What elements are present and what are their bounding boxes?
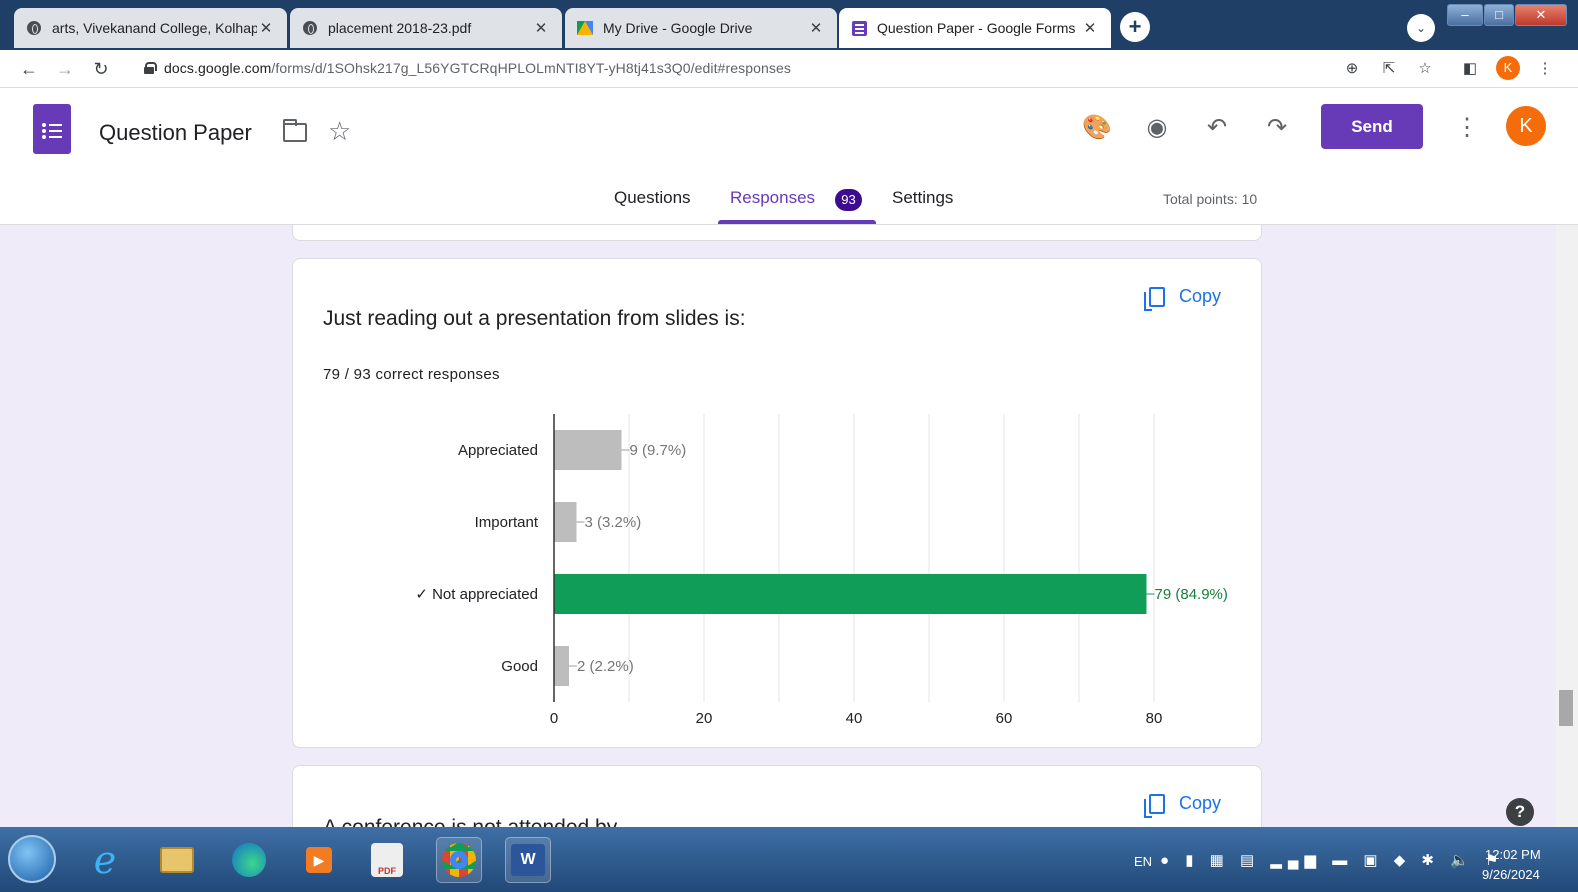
url-field[interactable]: docs.google.com/forms/d/1SOhsk217g_L56YG… bbox=[164, 60, 791, 76]
chart-data-label: 79 (84.9%) bbox=[1155, 586, 1228, 603]
globe-icon bbox=[26, 20, 42, 36]
more-options-icon[interactable]: ⋮ bbox=[1452, 113, 1482, 143]
chart-bar bbox=[554, 502, 577, 542]
url-host: docs.google.com bbox=[164, 60, 272, 76]
response-bar-chart: 9 (9.7%) Appreciated 3 (3.2%) Important 79 (… bbox=[415, 414, 1228, 727]
clock-date[interactable]: 9/26/2024 bbox=[1482, 867, 1540, 882]
star-icon[interactable]: ☆ bbox=[328, 116, 351, 147]
tab-search-icon[interactable]: ⌄ bbox=[1407, 14, 1435, 42]
pdf24-icon[interactable]: PDF bbox=[364, 837, 410, 883]
preview-eye-icon[interactable]: ◉ bbox=[1142, 113, 1172, 143]
browser-profile-avatar[interactable]: K bbox=[1496, 56, 1520, 80]
chart-category-label: Good bbox=[501, 658, 538, 675]
globe-icon bbox=[302, 20, 318, 36]
close-icon[interactable]: ✕ bbox=[532, 19, 550, 37]
language-indicator[interactable]: EN bbox=[1134, 854, 1152, 869]
responses-content: Copy Just reading out a presentation fro… bbox=[0, 225, 1556, 827]
chart-x-tick-label: 20 bbox=[696, 710, 713, 727]
url-path: /forms/d/1SOhsk217g_L56YGTCRqHPLOLmNTI8Y… bbox=[271, 60, 791, 76]
chrome-browser-icon[interactable] bbox=[436, 837, 482, 883]
copy-label: Copy bbox=[1179, 793, 1222, 813]
form-title[interactable]: Question Paper bbox=[99, 120, 252, 146]
windows-taskbar: e ▶ PDF W EN ● ▮ ▦ ▤ ▂▄▆ ▬ ▣ ◆ ✱ 🔈 ⚑ 12:… bbox=[0, 827, 1578, 892]
question-title: A conference is not attended by bbox=[323, 816, 617, 827]
close-icon[interactable]: ✕ bbox=[1081, 19, 1099, 37]
new-tab-button[interactable]: + bbox=[1120, 12, 1150, 42]
microsoft-word-icon[interactable]: W bbox=[505, 837, 551, 883]
chart-category-label: Important bbox=[475, 514, 539, 531]
browser-tab-4[interactable]: Question Paper - Google Forms ✕ bbox=[839, 8, 1111, 48]
back-icon[interactable]: ← bbox=[16, 56, 42, 82]
tab-title: My Drive - Google Drive bbox=[603, 20, 753, 36]
bookmark-star-icon[interactable]: ☆ bbox=[1414, 58, 1436, 80]
question-summary-card: Copy Just reading out a presentation fro… bbox=[292, 258, 1262, 748]
copy-chart-button[interactable]: Copy bbox=[1144, 793, 1222, 818]
total-points: Total points: 10 bbox=[1163, 191, 1258, 207]
reload-icon[interactable]: ↻ bbox=[88, 56, 114, 82]
chart-data-label: 2 (2.2%) bbox=[577, 658, 634, 675]
browser-tab-2[interactable]: placement 2018-23.pdf ✕ bbox=[290, 8, 562, 48]
chart-category-label: Appreciated bbox=[458, 442, 538, 459]
minimize-button[interactable]: ‒ bbox=[1447, 4, 1483, 26]
start-button-icon[interactable] bbox=[8, 835, 56, 883]
close-icon[interactable]: ✕ bbox=[257, 19, 275, 37]
zoom-icon[interactable]: ⊕ bbox=[1341, 58, 1363, 80]
chart-category-label: ✓ Not appreciated bbox=[415, 586, 538, 603]
chart-x-tick-label: 0 bbox=[550, 710, 558, 727]
page-scrollbar[interactable] bbox=[1556, 225, 1578, 827]
chart-x-tick-label: 80 bbox=[1146, 710, 1163, 727]
address-bar: ← → ↻ docs.google.com/forms/d/1SOhsk217g… bbox=[0, 50, 1578, 88]
account-avatar[interactable]: K bbox=[1506, 106, 1546, 146]
google-drive-icon bbox=[577, 20, 593, 36]
browser-tab-strip: arts, Vivekanand College, Kolhap ✕ place… bbox=[0, 0, 1578, 50]
next-question-card: Copy A conference is not attended by bbox=[292, 765, 1262, 827]
window-close-button[interactable]: ✕ bbox=[1515, 4, 1567, 26]
file-explorer-icon[interactable] bbox=[154, 837, 200, 883]
previous-question-card bbox=[292, 225, 1262, 241]
google-forms-icon bbox=[851, 20, 867, 36]
tab-title: Question Paper - Google Forms bbox=[877, 20, 1076, 36]
clock-time[interactable]: 12:02 PM bbox=[1485, 847, 1541, 862]
tab-responses[interactable]: Responses bbox=[730, 188, 815, 208]
chart-bar bbox=[554, 430, 622, 470]
close-icon[interactable]: ✕ bbox=[807, 19, 825, 37]
tab-settings[interactable]: Settings bbox=[892, 188, 953, 208]
chart-data-label: 9 (9.7%) bbox=[630, 442, 687, 459]
forward-icon[interactable]: → bbox=[52, 56, 78, 82]
responses-count-badge: 93 bbox=[835, 189, 862, 211]
tab-title: arts, Vivekanand College, Kolhap bbox=[52, 20, 257, 36]
forms-header: Question Paper ☆ 🎨 ◉ ↶ ↷ Send ⋮ K Questi… bbox=[0, 88, 1578, 225]
tab-title: placement 2018-23.pdf bbox=[328, 20, 472, 36]
chart-bar bbox=[554, 646, 569, 686]
active-tab-indicator bbox=[718, 220, 876, 224]
media-player-icon[interactable]: ▶ bbox=[296, 837, 342, 883]
browser-tab-1[interactable]: arts, Vivekanand College, Kolhap ✕ bbox=[14, 8, 287, 48]
browser-menu-icon[interactable]: ⋮ bbox=[1534, 58, 1556, 80]
chart-data-label: 3 (3.2%) bbox=[585, 514, 642, 531]
scrollbar-thumb[interactable] bbox=[1559, 690, 1573, 726]
chart-bar bbox=[554, 574, 1147, 614]
undo-icon[interactable]: ↶ bbox=[1202, 113, 1232, 143]
maximize-button[interactable]: □ bbox=[1484, 4, 1514, 26]
redo-icon[interactable]: ↷ bbox=[1262, 113, 1292, 143]
copy-icon bbox=[1144, 793, 1165, 818]
help-icon[interactable]: ? bbox=[1506, 798, 1534, 826]
edge-browser-icon[interactable] bbox=[226, 837, 272, 883]
google-forms-logo-icon[interactable] bbox=[33, 104, 71, 154]
browser-tab-3[interactable]: My Drive - Google Drive ✕ bbox=[565, 8, 837, 48]
folder-icon[interactable] bbox=[283, 119, 307, 142]
send-button[interactable]: Send bbox=[1321, 104, 1423, 149]
share-icon[interactable]: ⇱ bbox=[1378, 58, 1400, 80]
lock-icon[interactable] bbox=[144, 62, 157, 74]
palette-icon[interactable]: 🎨 bbox=[1082, 113, 1112, 143]
side-panel-icon[interactable]: ◧ bbox=[1459, 58, 1481, 80]
tab-questions[interactable]: Questions bbox=[614, 188, 691, 208]
internet-explorer-icon[interactable]: e bbox=[82, 837, 128, 883]
system-tray-icons[interactable]: ● ▮ ▦ ▤ ▂▄▆ ▬ ▣ ◆ ✱ 🔈 ⚑ bbox=[1160, 851, 1504, 869]
chart-x-tick-label: 60 bbox=[996, 710, 1013, 727]
chart-x-tick-label: 40 bbox=[846, 710, 863, 727]
